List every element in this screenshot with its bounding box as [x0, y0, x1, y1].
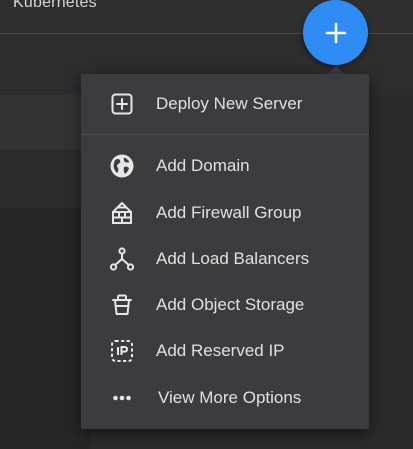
- menu-item-label: View More Options: [158, 388, 302, 407]
- menu-item-add-domain[interactable]: Add Domain: [81, 143, 369, 189]
- menu-item-label: Add Reserved IP: [156, 341, 285, 360]
- add-fab-button[interactable]: [303, 0, 368, 65]
- firewall-icon: [109, 200, 135, 226]
- menu-item-label: Add Firewall Group: [156, 203, 302, 222]
- menu-item-label: Add Domain: [156, 156, 250, 175]
- menu-item-deploy-new-server[interactable]: Deploy New Server: [81, 81, 369, 127]
- menu-item-add-firewall-group[interactable]: Add Firewall Group: [81, 190, 369, 236]
- menu-item-add-reserved-ip[interactable]: Add Reserved IP: [81, 328, 369, 374]
- menu-item-view-more-options[interactable]: View More Options: [81, 375, 369, 421]
- more-icon: [109, 385, 135, 411]
- plus-icon: [325, 22, 346, 43]
- menu-divider: [81, 134, 369, 135]
- menu-item-label: Deploy New Server: [156, 94, 303, 113]
- menu-item-add-load-balancers[interactable]: Add Load Balancers: [81, 236, 369, 282]
- add-dropdown-menu: Deploy New Server Add Domain Add Firewal…: [81, 74, 369, 429]
- menu-item-label: Add Object Storage: [156, 295, 305, 314]
- server-plus-icon: [109, 91, 135, 117]
- reserved-ip-icon: [109, 338, 135, 364]
- menu-item-label: Add Load Balancers: [156, 249, 310, 268]
- background-row: [0, 208, 90, 449]
- menu-caret: [328, 66, 344, 74]
- globe-icon: [109, 153, 135, 179]
- background-row: [0, 150, 90, 208]
- menu-item-add-object-storage[interactable]: Add Object Storage: [81, 282, 369, 328]
- object-storage-icon: [109, 292, 135, 318]
- background-row: [0, 95, 90, 150]
- load-balancer-icon: [109, 246, 135, 272]
- page-title: Kubernetes: [13, 0, 97, 11]
